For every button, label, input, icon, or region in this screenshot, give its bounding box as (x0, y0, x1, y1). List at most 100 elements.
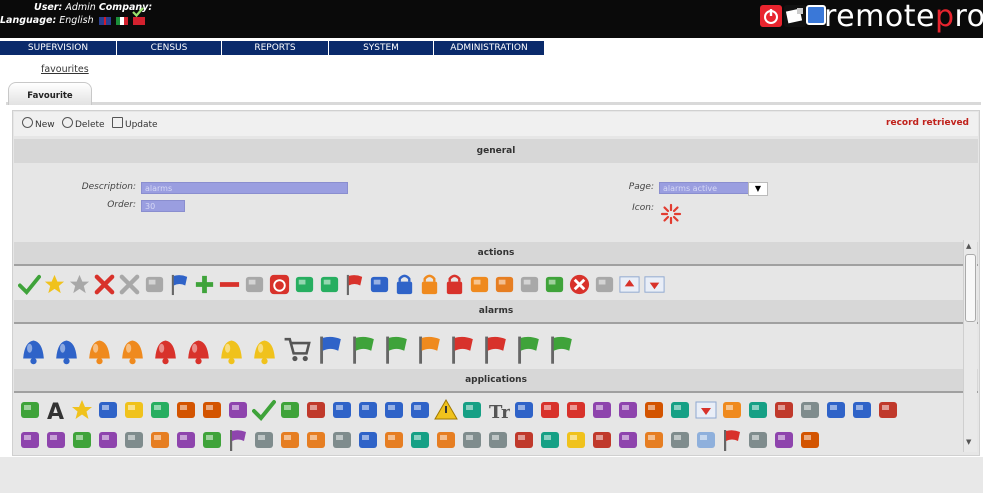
car-2-icon[interactable] (746, 428, 770, 452)
bulb-icon[interactable] (564, 428, 588, 452)
window-2-icon[interactable] (876, 398, 900, 422)
monitor-2-icon[interactable] (382, 398, 406, 422)
flag-red-icon[interactable] (447, 334, 478, 365)
fire-icon[interactable] (538, 398, 562, 422)
scroll-thumb[interactable] (965, 254, 976, 322)
binoculars-icon[interactable] (293, 273, 316, 296)
nav-tab-system[interactable]: SYSTEM (329, 41, 434, 55)
check-icon[interactable] (18, 273, 41, 296)
city-icon[interactable] (616, 428, 640, 452)
order-input[interactable]: 30 (141, 200, 185, 212)
star-gold-icon[interactable] (43, 273, 66, 296)
grid-icon[interactable] (44, 428, 68, 452)
bomb-icon[interactable] (564, 398, 588, 422)
globe-icon[interactable] (408, 398, 432, 422)
new-button[interactable]: New (22, 117, 55, 130)
boxes-icon[interactable] (122, 428, 146, 452)
notepad-icon[interactable] (200, 398, 224, 422)
network-icon[interactable] (174, 398, 198, 422)
books-icon[interactable] (330, 398, 354, 422)
stop-red-icon[interactable] (568, 273, 591, 296)
bell-red-icon[interactable] (183, 334, 214, 365)
flag-blue-icon[interactable] (168, 273, 191, 296)
key-icon[interactable] (493, 273, 516, 296)
book-icon[interactable] (356, 398, 380, 422)
pin-icon[interactable] (382, 428, 406, 452)
tools-icon[interactable] (784, 5, 806, 27)
globe-2-icon[interactable] (512, 398, 536, 422)
spell-check-icon[interactable] (543, 273, 566, 296)
people-icon[interactable] (668, 398, 692, 422)
screen-icon[interactable] (806, 5, 826, 25)
nav-tab-census[interactable]: CENSUS (117, 41, 222, 55)
flag-lime-icon[interactable] (546, 334, 577, 365)
page-select[interactable]: alarms active (659, 182, 749, 194)
arrow-up-icon[interactable] (618, 273, 641, 296)
figure-2-icon[interactable] (590, 428, 614, 452)
description-input[interactable]: alarms (141, 182, 348, 194)
figure-icon[interactable] (746, 398, 770, 422)
flag-lightblue-icon[interactable] (315, 334, 346, 365)
monitor-icon[interactable] (96, 398, 120, 422)
favourites-link[interactable]: favourites (41, 64, 89, 75)
palette-icon[interactable] (720, 398, 744, 422)
chevron-down-icon[interactable]: ▼ (748, 182, 768, 196)
lock-blue-icon[interactable] (393, 273, 416, 296)
flag-icon[interactable] (226, 428, 250, 452)
flag-red-icon[interactable] (480, 334, 511, 365)
bell-yellow-icon[interactable] (216, 334, 247, 365)
window-3-icon[interactable] (512, 428, 536, 452)
scroll-down-icon[interactable]: ▼ (966, 438, 971, 446)
box-icon[interactable] (304, 428, 328, 452)
doc-icon[interactable] (148, 428, 172, 452)
bell-orange-icon[interactable] (117, 334, 148, 365)
cart-icon[interactable] (282, 334, 313, 365)
wall-icon[interactable] (226, 398, 250, 422)
warning-icon[interactable] (434, 398, 458, 422)
drawing-icon[interactable] (642, 398, 666, 422)
cross-grey-icon[interactable] (118, 273, 141, 296)
doc-3-icon[interactable] (486, 428, 510, 452)
bell-blue-icon[interactable] (18, 334, 49, 365)
font-a-icon[interactable]: A (44, 398, 68, 422)
update-button[interactable]: Update (112, 117, 158, 130)
notebook-icon[interactable] (850, 398, 874, 422)
bell-blue-icon[interactable] (51, 334, 82, 365)
star-burst-icon[interactable] (70, 398, 94, 422)
cross-red-icon[interactable] (93, 273, 116, 296)
confirm-check-icon[interactable] (132, 6, 144, 18)
lock-red-icon[interactable] (443, 273, 466, 296)
card-icon[interactable] (772, 428, 796, 452)
globe-3-icon[interactable] (356, 428, 380, 452)
delete-button[interactable]: Delete (62, 117, 105, 130)
font-t-icon[interactable]: Tr (486, 398, 510, 422)
flag-uk-icon[interactable] (98, 16, 111, 25)
lock-orange-icon[interactable] (418, 273, 441, 296)
chart-2-icon[interactable] (200, 428, 224, 452)
magnifier-icon[interactable] (593, 273, 616, 296)
users-icon[interactable] (798, 398, 822, 422)
disk-icon[interactable] (824, 398, 848, 422)
cards-icon[interactable] (668, 428, 692, 452)
pencil-icon[interactable] (518, 273, 541, 296)
bell-yellow-icon[interactable] (249, 334, 280, 365)
wifi-icon[interactable] (96, 428, 120, 452)
flag-italy-icon[interactable] (115, 16, 128, 25)
car-icon[interactable] (642, 428, 666, 452)
star-grey-icon[interactable] (68, 273, 91, 296)
flag-lime-icon[interactable] (513, 334, 544, 365)
home-icon[interactable] (18, 428, 42, 452)
bell-red-icon[interactable] (150, 334, 181, 365)
gear-group-icon[interactable] (148, 398, 172, 422)
flag-green-icon[interactable] (381, 334, 412, 365)
nav-tab-administration[interactable]: ADMINISTRATION (434, 41, 545, 55)
ellipse-icon[interactable] (798, 428, 822, 452)
power-red-icon[interactable] (268, 273, 291, 296)
check-icon[interactable] (252, 398, 276, 422)
minus-red-icon[interactable] (218, 273, 241, 296)
arrow-down-icon[interactable] (643, 273, 666, 296)
nav-tab-supervision[interactable]: SUPERVISION (0, 41, 117, 55)
flag-red-icon[interactable] (343, 273, 366, 296)
moon-icon[interactable] (468, 273, 491, 296)
graph-icon[interactable] (330, 428, 354, 452)
